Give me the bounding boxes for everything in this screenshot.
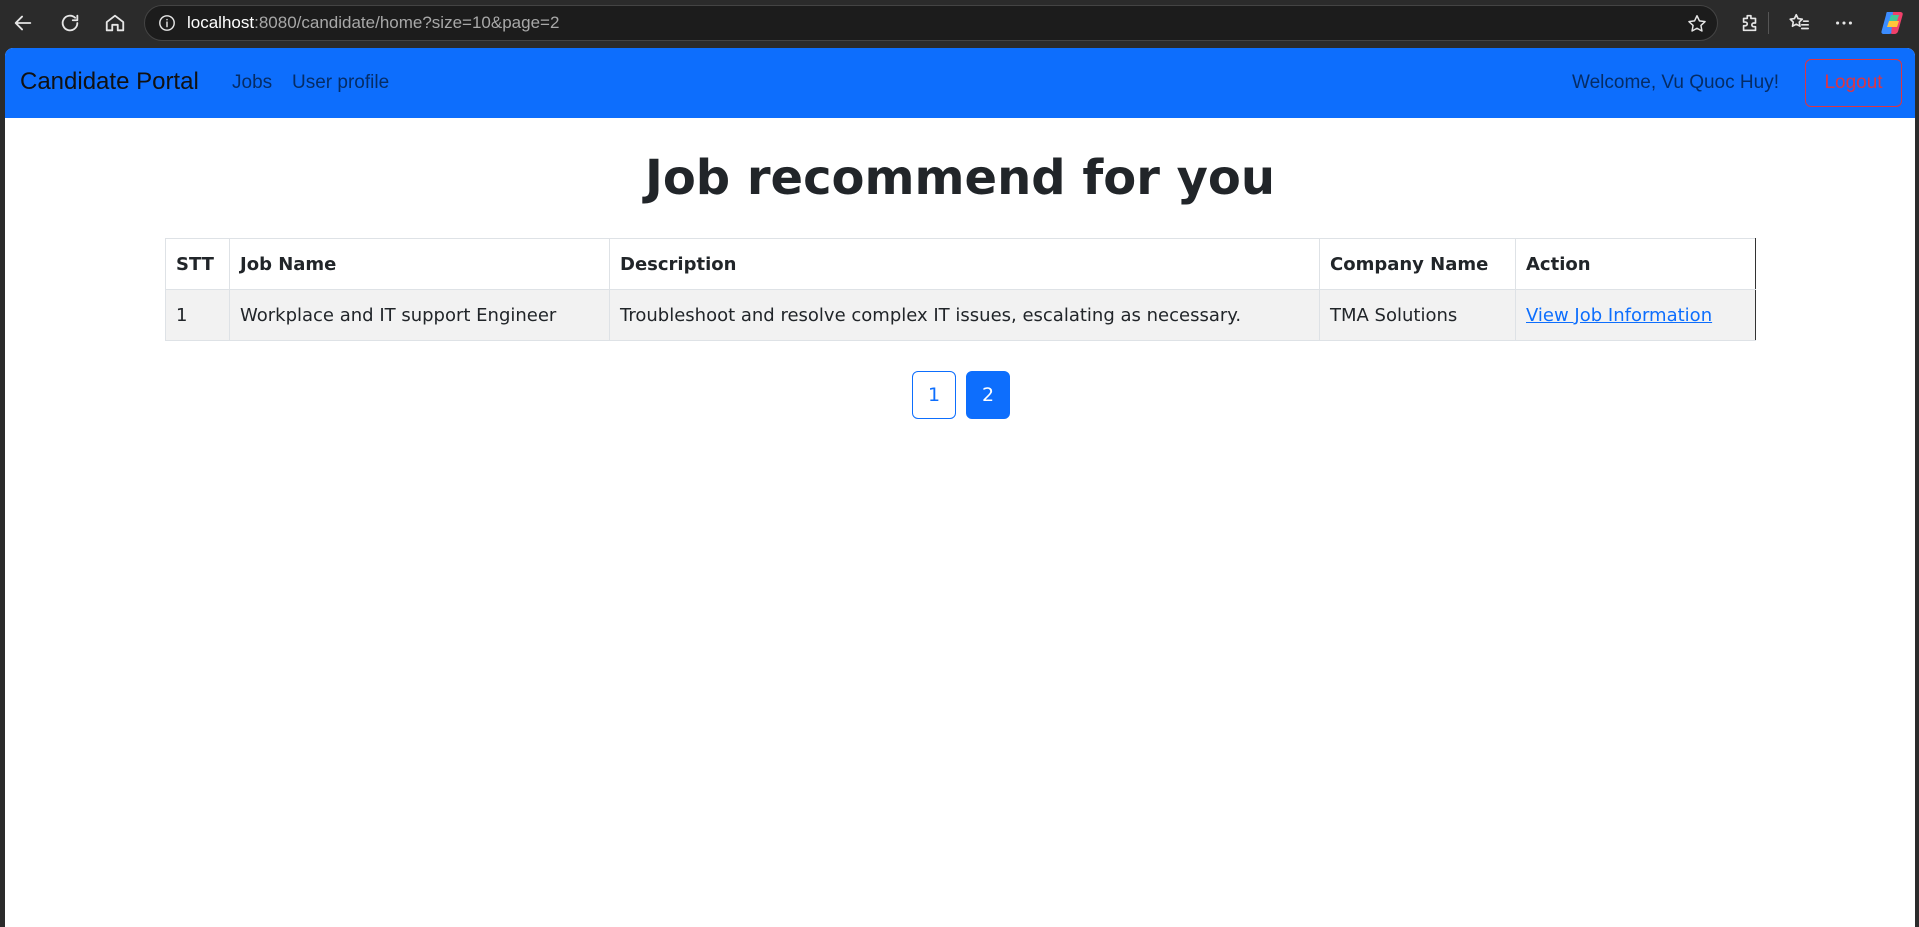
cell-stt: 1 bbox=[165, 289, 230, 341]
table-row: 1 Workplace and IT support Engineer Trou… bbox=[165, 289, 1756, 341]
table-header-row: STT Job Name Description Company Name Ac… bbox=[165, 238, 1756, 290]
back-arrow-icon[interactable] bbox=[6, 6, 40, 40]
more-options-icon[interactable] bbox=[1827, 6, 1861, 40]
jobs-table: STT Job Name Description Company Name Ac… bbox=[165, 238, 1756, 341]
cell-company: TMA Solutions bbox=[1319, 289, 1516, 341]
welcome-text: Welcome, Vu Quoc Huy! bbox=[1572, 72, 1779, 93]
cell-action: View Job Information bbox=[1515, 289, 1756, 341]
toolbar-separator bbox=[1768, 12, 1769, 34]
header-job-name: Job Name bbox=[229, 238, 610, 290]
brand-title[interactable]: Candidate Portal bbox=[20, 68, 199, 96]
url-host: localhost bbox=[187, 13, 255, 32]
refresh-icon[interactable] bbox=[53, 6, 87, 40]
browser-toolbar: localhost:8080/candidate/home?size=10&pa… bbox=[0, 0, 1919, 46]
nav-link-user-profile[interactable]: User profile bbox=[292, 72, 389, 94]
header-company-name: Company Name bbox=[1319, 238, 1516, 290]
cell-description: Troubleshoot and resolve complex IT issu… bbox=[609, 289, 1320, 341]
page-viewport: Candidate Portal Jobs User profile Welco… bbox=[5, 48, 1915, 927]
pagination: 1 2 bbox=[912, 371, 1010, 419]
nav-link-jobs[interactable]: Jobs bbox=[232, 72, 272, 94]
favorite-star-icon[interactable] bbox=[1685, 12, 1709, 36]
copilot-icon[interactable] bbox=[1879, 9, 1907, 37]
view-job-information-link[interactable]: View Job Information bbox=[1526, 305, 1712, 326]
navbar: Candidate Portal Jobs User profile Welco… bbox=[5, 48, 1915, 118]
header-stt: STT bbox=[165, 238, 230, 290]
extensions-icon[interactable] bbox=[1733, 6, 1767, 40]
page-button-1[interactable]: 1 bbox=[912, 371, 956, 419]
site-info-icon[interactable] bbox=[157, 13, 177, 33]
header-description: Description bbox=[609, 238, 1320, 290]
header-action: Action bbox=[1515, 238, 1756, 290]
url-text: localhost:8080/candidate/home?size=10&pa… bbox=[187, 13, 559, 33]
logout-button[interactable]: Logout bbox=[1805, 59, 1902, 107]
home-icon[interactable] bbox=[98, 6, 132, 40]
page-title: Job recommend for you bbox=[644, 150, 1276, 206]
address-bar[interactable]: localhost:8080/candidate/home?size=10&pa… bbox=[144, 5, 1718, 41]
page-button-2[interactable]: 2 bbox=[966, 371, 1010, 419]
cell-job-name: Workplace and IT support Engineer bbox=[229, 289, 610, 341]
url-path: :8080/candidate/home?size=10&page=2 bbox=[254, 13, 560, 32]
favorites-icon[interactable] bbox=[1782, 6, 1816, 40]
